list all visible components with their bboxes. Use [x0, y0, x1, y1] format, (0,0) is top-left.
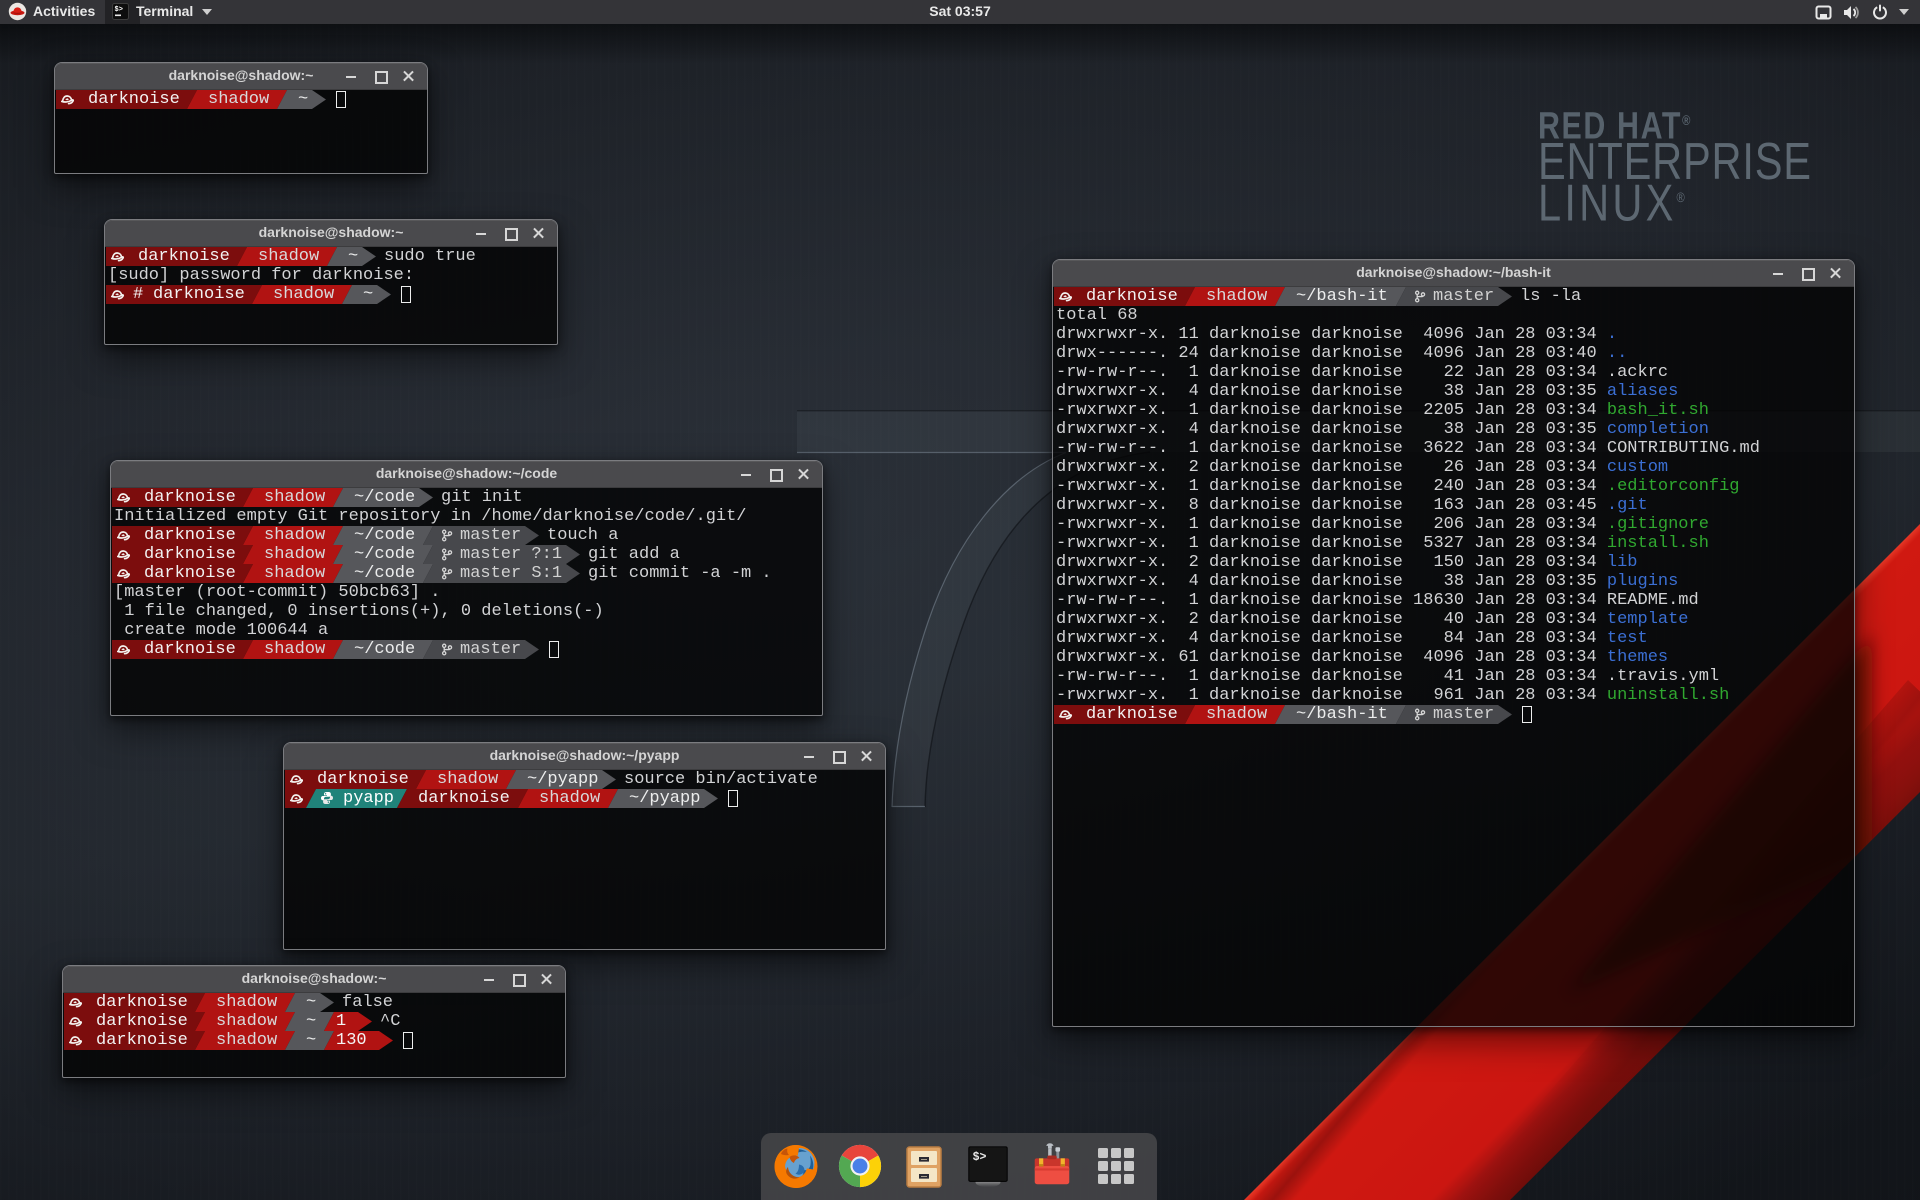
- svg-text:$>: $>: [973, 1151, 987, 1164]
